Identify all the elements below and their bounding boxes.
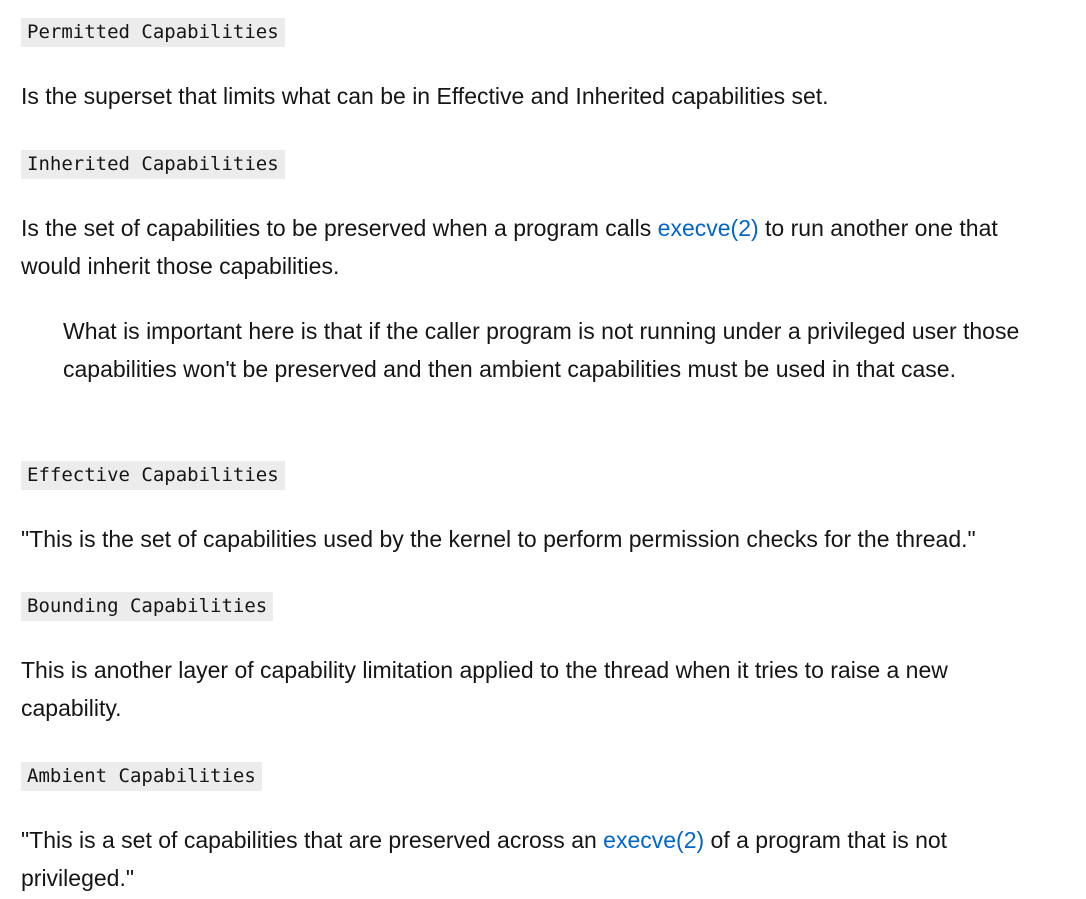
execve-link[interactable]: execve(2) xyxy=(658,215,759,241)
term-effective: Effective Capabilities xyxy=(21,461,285,490)
description-permitted-text: Is the superset that limits what can be … xyxy=(21,83,829,109)
description-inherited: Is the set of capabilities to be preserv… xyxy=(21,209,1051,285)
description-inherited-before: Is the set of capabilities to be preserv… xyxy=(21,215,658,241)
description-bounding: This is another layer of capability limi… xyxy=(21,651,1051,727)
note-blockquote: What is important here is that if the ca… xyxy=(63,312,1063,388)
term-bounding: Bounding Capabilities xyxy=(21,592,274,621)
description-effective: "This is the set of capabilities used by… xyxy=(21,520,1081,558)
term-permitted-code: Permitted Capabilities xyxy=(21,18,285,47)
term-ambient: Ambient Capabilities xyxy=(21,762,262,791)
description-ambient-before: "This is a set of capabilities that are … xyxy=(21,827,604,853)
description-inherited-text: Is the set of capabilities to be preserv… xyxy=(21,209,1051,285)
description-effective-text: "This is the set of capabilities used by… xyxy=(21,526,976,552)
note-text: What is important here is that if the ca… xyxy=(63,318,1020,382)
description-permitted: Is the superset that limits what can be … xyxy=(21,77,829,115)
term-effective-code: Effective Capabilities xyxy=(21,461,285,490)
term-inherited-code: Inherited Capabilities xyxy=(21,150,285,179)
term-bounding-code: Bounding Capabilities xyxy=(21,592,274,621)
execve-link-ambient[interactable]: execve(2) xyxy=(603,827,704,853)
description-bounding-text: This is another layer of capability limi… xyxy=(21,657,948,721)
term-ambient-code: Ambient Capabilities xyxy=(21,762,262,791)
description-ambient: "This is a set of capabilities that are … xyxy=(21,821,1051,897)
term-permitted: Permitted Capabilities xyxy=(21,18,285,47)
term-inherited: Inherited Capabilities xyxy=(21,150,285,179)
description-ambient-text: "This is a set of capabilities that are … xyxy=(21,821,1051,897)
